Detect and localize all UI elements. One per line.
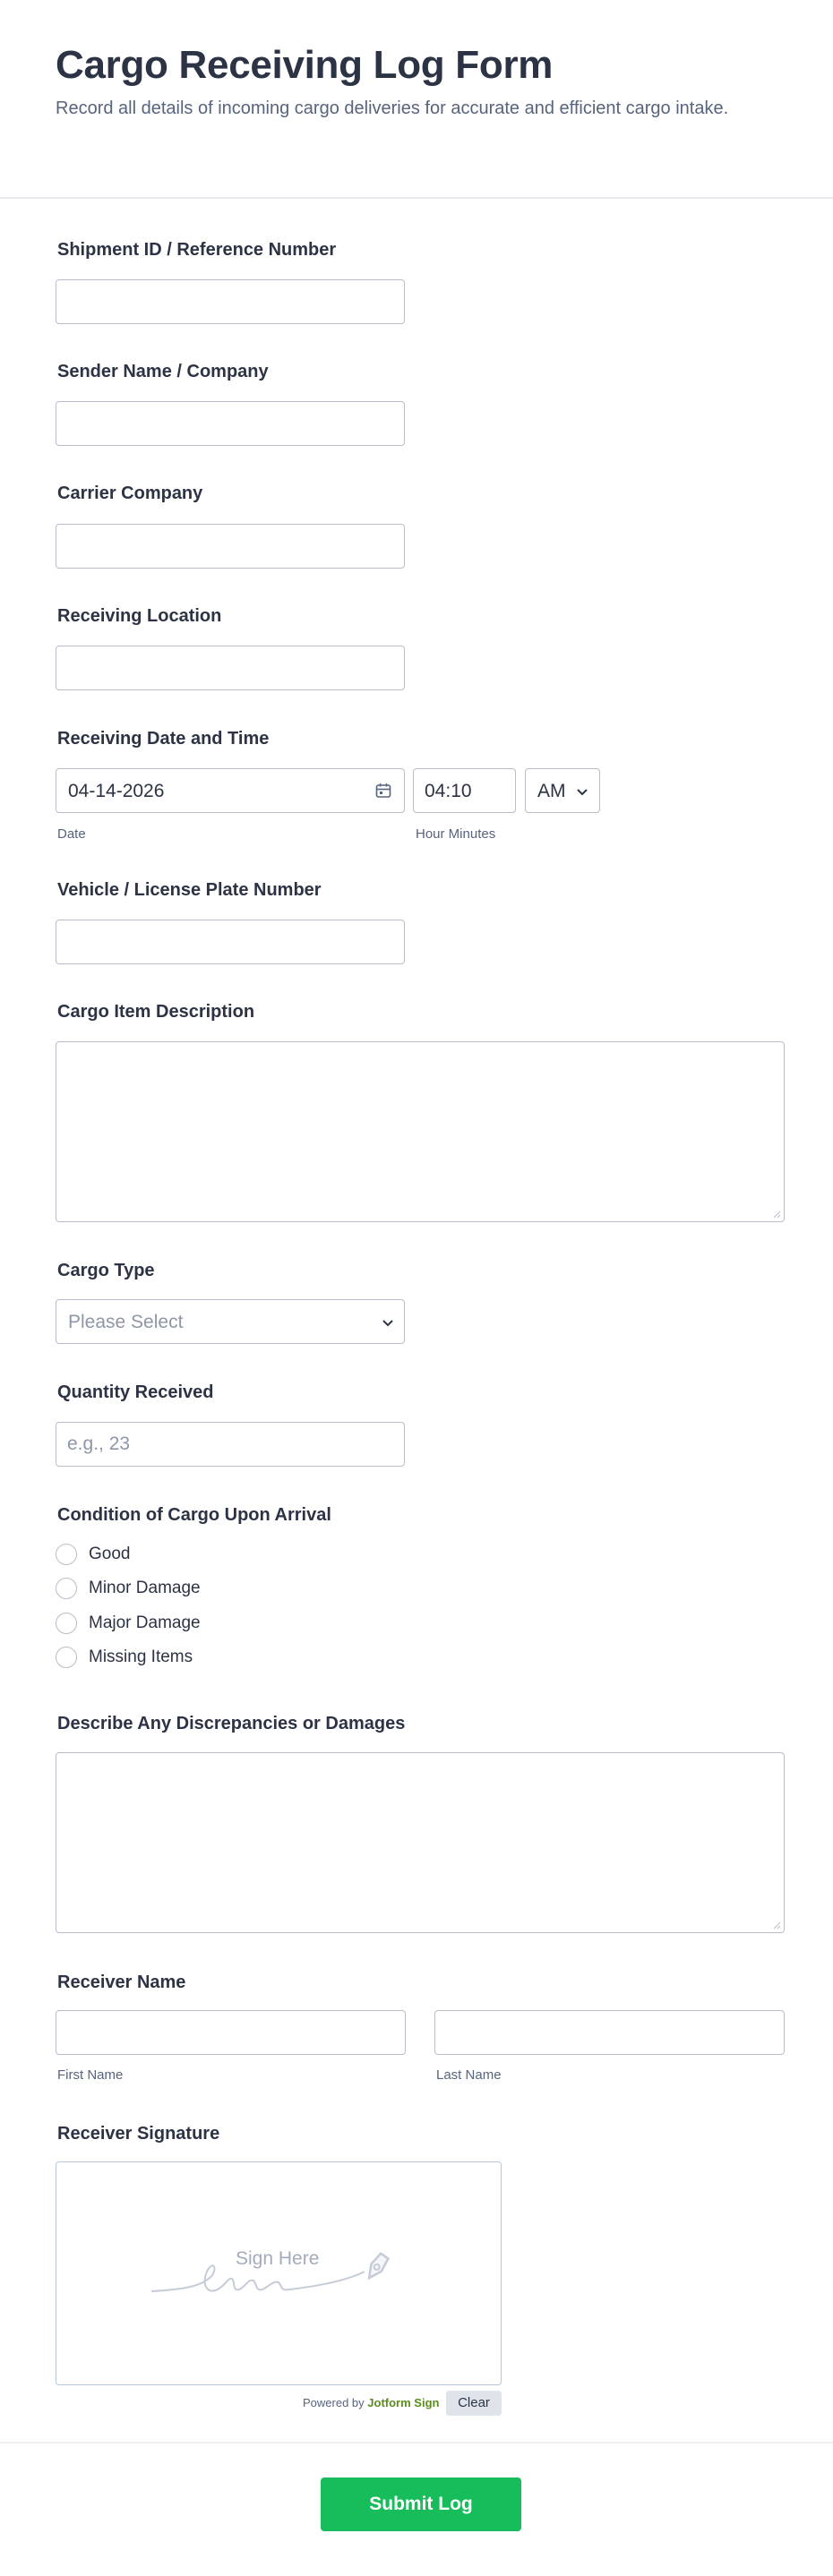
radio-button[interactable] (56, 1544, 77, 1565)
radio-label: Major Damage (89, 1613, 201, 1632)
condition-label: Condition of Cargo Upon Arrival (57, 1505, 331, 1525)
submit-button[interactable]: Submit Log (321, 2478, 521, 2531)
date-input[interactable]: 04-14-2026 (56, 768, 405, 813)
radio-button[interactable] (56, 1613, 77, 1634)
signature-pad[interactable]: Sign Here (56, 2161, 502, 2385)
shipment-id-label: Shipment ID / Reference Number (57, 240, 337, 260)
sender-label: Sender Name / Company (57, 362, 269, 381)
signature-placeholder: Sign Here (236, 2248, 320, 2269)
location-input[interactable] (56, 646, 405, 690)
ampm-value: AM (537, 781, 566, 801)
ampm-select[interactable]: AM (525, 768, 600, 813)
resize-handle-icon[interactable] (772, 1921, 781, 1930)
quantity-label: Quantity Received (57, 1382, 214, 1402)
date-value: 04-14-2026 (68, 781, 165, 801)
first-name-input[interactable] (56, 2010, 406, 2055)
date-sublabel: Date (57, 826, 86, 842)
calendar-icon[interactable] (374, 782, 392, 800)
vehicle-input[interactable] (56, 920, 405, 964)
powered-by-prefix: Powered by (303, 2396, 365, 2409)
cargo-type-label: Cargo Type (57, 1261, 155, 1280)
receiver-name-label: Receiver Name (57, 1973, 186, 1992)
last-name-input[interactable] (434, 2010, 785, 2055)
jotform-sign-link[interactable]: Jotform Sign (367, 2396, 439, 2409)
time-input[interactable]: 04:10 (413, 768, 516, 813)
description-textarea[interactable] (56, 1041, 785, 1222)
vehicle-label: Vehicle / License Plate Number (57, 880, 322, 900)
location-label: Receiving Location (57, 606, 222, 626)
cargo-type-select[interactable]: Please Select (56, 1299, 405, 1344)
chevron-down-icon (577, 789, 588, 796)
clear-signature-button[interactable]: Clear (446, 2391, 502, 2416)
time-value: 04:10 (425, 781, 472, 801)
form-footer: Submit Log (0, 2442, 833, 2576)
form-header: Cargo Receiving Log Form Record all deta… (0, 0, 833, 199)
carrier-label: Carrier Company (57, 484, 203, 503)
description-label: Cargo Item Description (57, 1002, 255, 1022)
powered-by: Powered by Jotform Sign (303, 2396, 439, 2409)
radio-label: Good (89, 1545, 131, 1563)
signature-label: Receiver Signature (57, 2124, 220, 2144)
carrier-input[interactable] (56, 524, 405, 569)
last-name-sublabel: Last Name (436, 2067, 502, 2083)
chevron-down-icon (382, 1320, 393, 1327)
sender-input[interactable] (56, 401, 405, 446)
discrepancies-textarea[interactable] (56, 1752, 785, 1933)
radio-button[interactable] (56, 1578, 77, 1599)
first-name-sublabel: First Name (57, 2067, 124, 2083)
datetime-label: Receiving Date and Time (57, 729, 270, 749)
radio-button[interactable] (56, 1647, 77, 1668)
time-sublabel: Hour Minutes (416, 826, 496, 842)
cargo-type-selected: Please Select (68, 1312, 184, 1332)
form-title: Cargo Receiving Log Form (56, 43, 554, 87)
radio-label: Missing Items (89, 1647, 193, 1666)
discrepancies-label: Describe Any Discrepancies or Damages (57, 1714, 406, 1733)
resize-handle-icon[interactable] (772, 1210, 781, 1219)
shipment-id-input[interactable] (56, 279, 405, 324)
form-subtitle: Record all details of incoming cargo del… (56, 98, 729, 118)
radio-label: Minor Damage (89, 1579, 201, 1597)
quantity-input[interactable] (56, 1422, 405, 1467)
